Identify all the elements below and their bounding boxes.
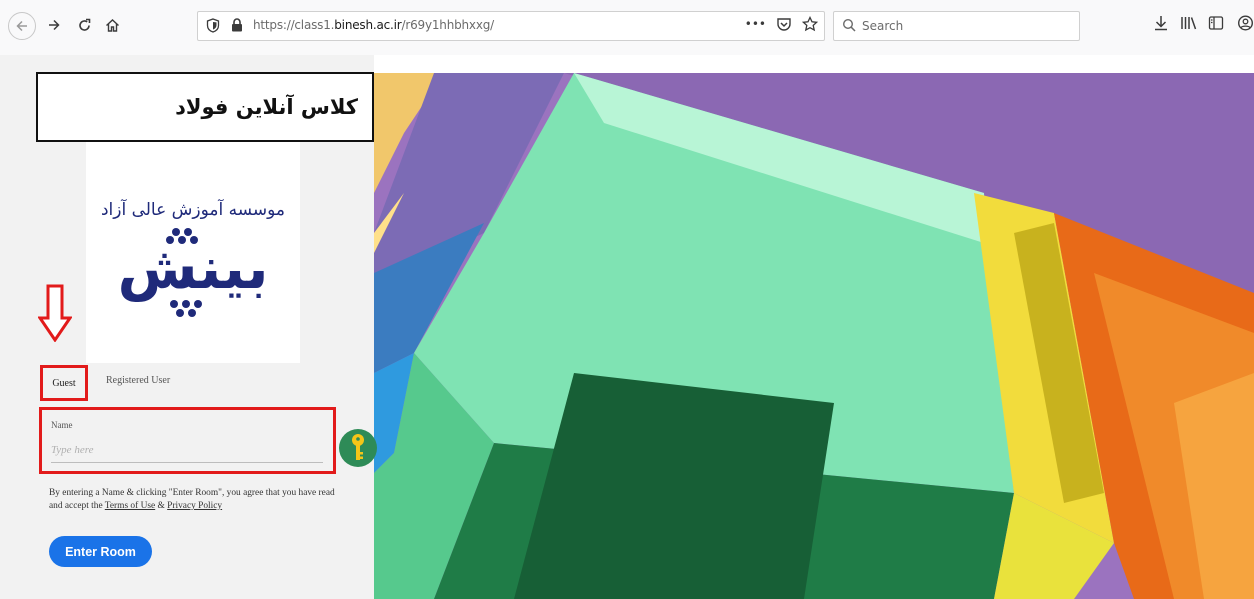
tab-registered-user[interactable]: Registered User [106,375,170,386]
tab-guest[interactable]: Guest [40,365,88,401]
url-text[interactable]: https://class1.binesh.ac.ir/r69y1hhbhxxg… [253,18,494,32]
terms-text: By entering a Name & clicking "Enter Roo… [49,487,339,513]
search-icon [842,18,856,37]
logo-wordmark: بینش [117,234,268,302]
account-icon[interactable] [1237,15,1254,31]
name-input[interactable] [51,441,323,459]
bookmark-star-icon[interactable] [802,16,818,32]
terms-of-use-link[interactable]: Terms of Use [105,501,155,511]
back-button[interactable] [8,12,36,40]
page-title: کلاس آنلاین فولاد [175,95,358,119]
back-arrow-icon [16,20,27,32]
search-placeholder: Search [862,19,904,33]
down-arrow-annotation [38,284,72,342]
binesh-logo-mark: بینش [117,228,269,317]
key-icon [352,434,364,460]
url-prefix: https://class1. [253,18,335,32]
home-icon [105,18,119,32]
privacy-policy-link[interactable]: Privacy Policy [167,501,222,511]
name-label: Name [51,420,73,430]
lock-icon[interactable] [231,18,243,37]
sidebar-icon[interactable] [1208,15,1224,31]
key-button[interactable] [339,429,377,467]
address-bar[interactable]: https://class1.binesh.ac.ir/r69y1hhbhxxg… [197,11,825,41]
home-button[interactable] [98,11,126,39]
tracking-shield-icon[interactable] [206,18,220,38]
logo-caption: موسسه آموزش عالی آزاد [100,200,286,220]
url-host: binesh.ac.ir [334,18,402,32]
reload-button[interactable] [70,11,98,39]
pocket-icon[interactable] [776,17,792,32]
page-content: کلاس آنلاین فولاد موسسه آموزش عالی آزاد … [0,55,1254,599]
title-box: کلاس آنلاین فولاد [36,72,374,142]
browser-toolbar: https://class1.binesh.ac.ir/r69y1hhbhxxg… [0,0,1254,55]
page-actions-button[interactable]: ••• [745,17,766,31]
library-icon[interactable] [1180,15,1198,31]
input-underline [51,462,323,463]
downloads-icon[interactable] [1153,15,1169,31]
background-artwork [374,73,1254,599]
name-field-box: Name [39,407,336,474]
url-path: /r69y1hhbhxxg/ [401,18,495,32]
forward-button[interactable] [40,11,68,39]
terms-and: & [155,501,168,511]
forward-arrow-icon [49,19,60,31]
enter-room-button[interactable]: Enter Room [49,536,152,567]
search-bar[interactable]: Search [833,11,1080,41]
institute-logo: موسسه آموزش عالی آزاد بینش [86,142,300,363]
reload-icon [78,18,90,31]
